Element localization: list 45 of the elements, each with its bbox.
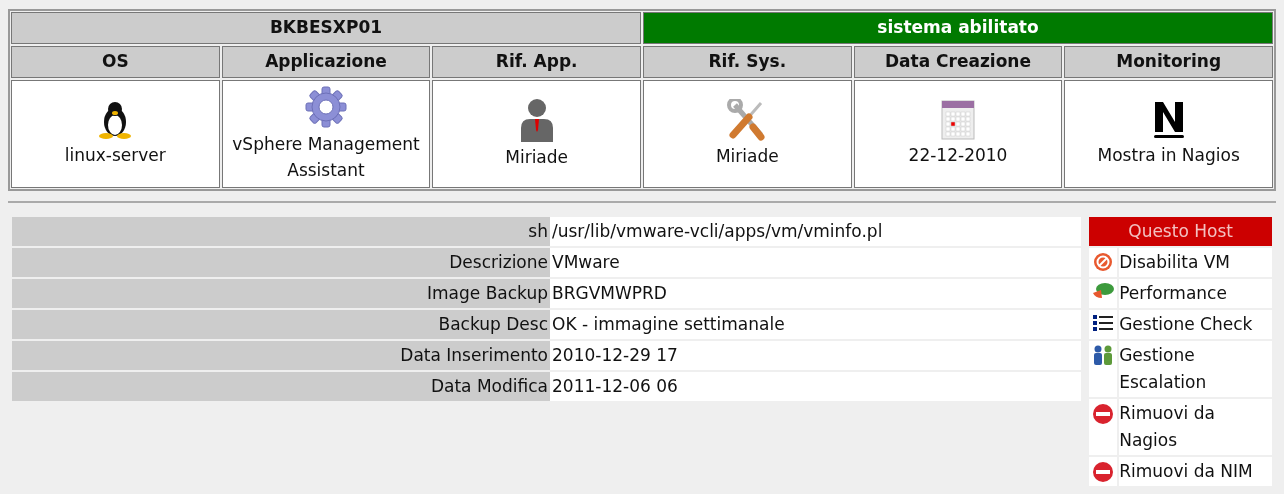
column-header: Monitoring bbox=[1064, 46, 1273, 78]
pie-chart-icon bbox=[1092, 283, 1115, 299]
column-header: Applicazione bbox=[221, 46, 431, 78]
field-label: Image Backup bbox=[12, 279, 550, 308]
person-icon bbox=[518, 98, 555, 142]
penguin-icon bbox=[98, 100, 133, 140]
no-entry-icon bbox=[1092, 461, 1115, 483]
field-label: Descrizione bbox=[12, 248, 550, 277]
summary-value: vSphere Management Assistant bbox=[231, 133, 421, 182]
action-link[interactable]: Rimuovi da NIM bbox=[1119, 457, 1272, 486]
column-header: Data Creazione bbox=[853, 46, 1063, 78]
column-header: Rif. Sys. bbox=[643, 46, 852, 78]
field-label: Data Modifica bbox=[12, 372, 550, 401]
column-header: Rif. App. bbox=[432, 46, 641, 78]
field-label: Data Inserimento bbox=[12, 341, 550, 370]
field-label: sh bbox=[12, 217, 550, 246]
panel-title: Questo Host bbox=[1089, 217, 1272, 246]
field-value: OK - immagine settimanale bbox=[550, 310, 1082, 339]
status-banner: sistema abilitato bbox=[643, 12, 1273, 44]
field-label: Backup Desc bbox=[12, 310, 550, 339]
field-value: VMware bbox=[550, 248, 1082, 277]
field-value: 2010-12-29 17 bbox=[550, 341, 1082, 370]
host-name: BKBESXP01 bbox=[11, 12, 641, 44]
field-value: 2011-12-06 06 bbox=[550, 372, 1082, 401]
nagios-logo-icon bbox=[1151, 100, 1186, 140]
summary-value: 22-12-2010 bbox=[908, 144, 1008, 167]
summary-value: linux-server bbox=[64, 144, 166, 167]
forbidden-icon bbox=[1093, 252, 1114, 272]
action-link[interactable]: Gestione Check bbox=[1119, 310, 1272, 339]
action-link[interactable]: Disabilita VM bbox=[1119, 248, 1272, 277]
field-value: /usr/lib/vmware-vcli/apps/vm/vminfo.pl bbox=[550, 217, 1082, 246]
list-icon bbox=[1092, 314, 1115, 332]
summary-value: Miriade bbox=[505, 146, 569, 169]
users-icon bbox=[1092, 345, 1115, 365]
column-header: OS bbox=[11, 46, 220, 78]
summary-value: Miriade bbox=[715, 145, 779, 168]
summary-value: Mostra in Nagios bbox=[1097, 144, 1240, 167]
action-link[interactable]: Gestione Escalation bbox=[1119, 341, 1272, 397]
action-link[interactable]: Performance bbox=[1119, 279, 1272, 308]
field-value: BRGVMWPRD bbox=[550, 279, 1082, 308]
calendar-icon bbox=[941, 100, 975, 140]
tools-icon bbox=[727, 99, 768, 141]
no-entry-icon bbox=[1092, 403, 1115, 425]
action-link[interactable]: Rimuovi da Nagios bbox=[1119, 399, 1272, 455]
gear-icon bbox=[304, 85, 348, 129]
